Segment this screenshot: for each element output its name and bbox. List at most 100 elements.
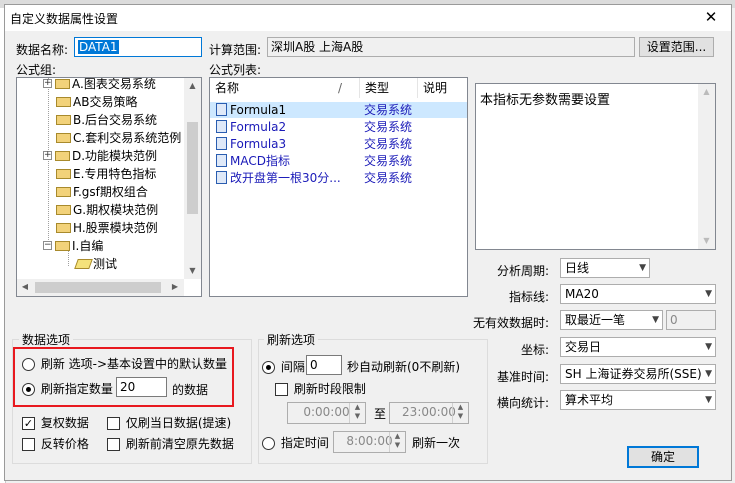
time-from-input: 0:00:00 ▲ ▼ bbox=[287, 402, 366, 424]
time-to-spinner: ▲ ▼ bbox=[452, 403, 468, 423]
radio-default-count[interactable]: 刷新 选项->基本设置中的默认数量 bbox=[22, 355, 227, 372]
folder-icon bbox=[56, 168, 71, 179]
formula-row[interactable]: 改开盘第一根30分... 交易系统 bbox=[210, 170, 467, 187]
checkbox[interactable] bbox=[22, 438, 35, 451]
tree-rows: + A.图表交易系统 AB交易策略 B.后台交易系统 C.套利交易系统范例 + D.功能模块… bbox=[17, 77, 187, 277]
formula-list[interactable]: 名称 / 类型 说明 Formula1 交易系统 Formula2 交易系统 Formu… bbox=[209, 77, 468, 297]
checkbox[interactable] bbox=[275, 383, 288, 396]
formula-type-cell: 交易系统 bbox=[364, 137, 413, 151]
sort-icon: / bbox=[338, 81, 343, 95]
calc-range-field: 深圳A股 上海A股 bbox=[267, 37, 635, 57]
formula-group-tree[interactable]: + A.图表交易系统 AB交易策略 B.后台交易系统 C.套利交易系统范例 + D.功能模块… bbox=[16, 77, 202, 297]
checkbox-checked[interactable]: ✓ bbox=[22, 417, 35, 430]
scroll-up-icon[interactable]: ▲ bbox=[698, 84, 715, 100]
set-range-button[interactable]: 设置范围... bbox=[639, 37, 714, 57]
tree-item[interactable]: B.后台交易系统 bbox=[43, 111, 157, 129]
formula-icon bbox=[216, 120, 227, 133]
radio-specified-count[interactable]: 刷新指定数量 bbox=[22, 380, 113, 397]
base-time-select[interactable]: SH 上海证券交易所(SSE) ▼ bbox=[560, 364, 716, 384]
chevron-down-icon: ▼ bbox=[639, 263, 646, 273]
column-header-name[interactable]: 名称 / bbox=[210, 78, 360, 98]
spin-up-icon: ▲ bbox=[457, 403, 464, 411]
scroll-up-icon[interactable]: ▲ bbox=[184, 78, 201, 94]
scroll-down-icon[interactable]: ▼ bbox=[184, 263, 201, 279]
formula-row[interactable]: Formula2 交易系统 bbox=[210, 119, 467, 136]
radio-default-label: 刷新 选项->基本设置中的默认数量 bbox=[40, 357, 228, 371]
column-header-type[interactable]: 类型 bbox=[360, 78, 418, 98]
period-label: 分析周期: bbox=[497, 264, 550, 278]
tree-item[interactable]: G.期权模块范例 bbox=[43, 201, 158, 219]
radio-button[interactable] bbox=[22, 358, 35, 371]
tree-item[interactable]: E.专用特色指标 bbox=[43, 165, 156, 183]
tree-item[interactable]: H.股票模块范例 bbox=[43, 219, 158, 237]
check-reverse-price[interactable]: 反转价格 bbox=[22, 435, 89, 452]
tree-item-label: A.图表交易系统 bbox=[72, 77, 156, 91]
checkbox[interactable] bbox=[107, 438, 120, 451]
spin-down-icon: ▼ bbox=[457, 412, 464, 420]
data-name-field[interactable]: DATA1 bbox=[74, 37, 202, 57]
expand-icon[interactable]: + bbox=[43, 151, 52, 160]
check-clear-before[interactable]: 刷新前清空原先数据 bbox=[107, 435, 234, 452]
radio-button[interactable] bbox=[22, 383, 35, 396]
tree-item[interactable]: − I.自编 bbox=[43, 237, 103, 255]
tree-hscroll-thumb[interactable] bbox=[35, 282, 161, 293]
ok-button[interactable]: 确定 bbox=[627, 446, 699, 468]
radio-button[interactable] bbox=[262, 361, 275, 374]
count-input[interactable]: 20 bbox=[116, 377, 167, 397]
spin-down-icon: ▼ bbox=[354, 412, 361, 420]
folder-icon bbox=[55, 78, 70, 89]
collapse-icon[interactable]: − bbox=[43, 241, 52, 250]
check-adjusted-data[interactable]: ✓ 复权数据 bbox=[22, 414, 89, 431]
checkbox[interactable] bbox=[107, 417, 120, 430]
coordinate-select[interactable]: 交易日 ▼ bbox=[560, 337, 716, 357]
scroll-right-icon[interactable]: ▶ bbox=[167, 279, 183, 296]
period-limit-label: 刷新时段限制 bbox=[293, 382, 366, 396]
tree-item-label: D.功能模块范例 bbox=[72, 149, 158, 163]
tree-item-label: I.自编 bbox=[72, 239, 104, 253]
data-name-value: DATA1 bbox=[78, 40, 119, 54]
description-box: 本指标无参数需要设置 ▲ ▼ bbox=[475, 83, 716, 250]
time-from-spinner: ▲ ▼ bbox=[349, 403, 365, 423]
description-scrollbar[interactable]: ▲ ▼ bbox=[698, 84, 715, 249]
interval-input[interactable]: 0 bbox=[306, 355, 342, 375]
expand-icon[interactable]: + bbox=[43, 79, 52, 88]
check-clear-label: 刷新前清空原先数据 bbox=[125, 437, 234, 451]
scroll-left-icon[interactable]: ◀ bbox=[17, 279, 33, 296]
data-name-label: 数据名称: bbox=[16, 43, 69, 57]
formula-row[interactable]: Formula1 交易系统 bbox=[210, 102, 467, 119]
cross-stat-select[interactable]: 算术平均 ▼ bbox=[560, 390, 716, 410]
tree-item[interactable]: F.gsf期权组合 bbox=[43, 183, 148, 201]
formula-name-cell: Formula2 bbox=[216, 119, 286, 136]
timed-input: 8:00:00 ▲ ▼ bbox=[333, 431, 406, 453]
period-select[interactable]: 日线 ▼ bbox=[560, 258, 650, 278]
radio-timed[interactable]: 指定时间 bbox=[262, 434, 329, 451]
tree-horizontal-scrollbar[interactable]: ◀ ▶ bbox=[17, 279, 184, 296]
tree-item-label: H.股票模块范例 bbox=[73, 221, 158, 235]
tree-item-label: 测试 bbox=[93, 257, 118, 271]
radio-interval[interactable]: 间隔 bbox=[262, 358, 305, 375]
tree-item-label: C.套利交易系统范例 bbox=[73, 131, 182, 145]
check-period-limit[interactable]: 刷新时段限制 bbox=[275, 380, 366, 397]
formula-type-cell: 交易系统 bbox=[364, 171, 413, 185]
tree-scroll-thumb[interactable] bbox=[187, 122, 198, 214]
column-header-desc[interactable]: 说明 bbox=[418, 78, 467, 98]
invalid-data-select[interactable]: 取最近一笔 ▼ bbox=[560, 310, 663, 330]
indicator-select[interactable]: MA20 ▼ bbox=[560, 284, 716, 304]
radio-button[interactable] bbox=[262, 437, 275, 450]
tree-item[interactable]: + A.图表交易系统 bbox=[43, 77, 156, 93]
formula-row[interactable]: Formula3 交易系统 bbox=[210, 136, 467, 153]
close-icon[interactable]: ✕ bbox=[700, 8, 722, 26]
refresh-options-legend: 刷新选项 bbox=[264, 331, 319, 348]
tree-item[interactable]: C.套利交易系统范例 bbox=[43, 129, 181, 147]
formula-name-cell: Formula3 bbox=[216, 136, 286, 153]
check-today-only[interactable]: 仅刷当日数据(提速) bbox=[107, 414, 231, 431]
folder-icon bbox=[56, 204, 71, 215]
tree-vertical-scrollbar[interactable]: ▲ ▼ bbox=[184, 78, 201, 279]
tree-item[interactable]: 测试 bbox=[63, 255, 117, 273]
tree-item[interactable]: AB交易策略 bbox=[43, 93, 137, 111]
cross-stat-value: 算术平均 bbox=[565, 393, 614, 407]
scroll-down-icon[interactable]: ▼ bbox=[698, 233, 715, 249]
formula-row[interactable]: MACD指标 交易系统 bbox=[210, 153, 467, 170]
tree-item[interactable]: + D.功能模块范例 bbox=[43, 147, 157, 165]
check-today-label: 仅刷当日数据(提速) bbox=[125, 416, 232, 430]
